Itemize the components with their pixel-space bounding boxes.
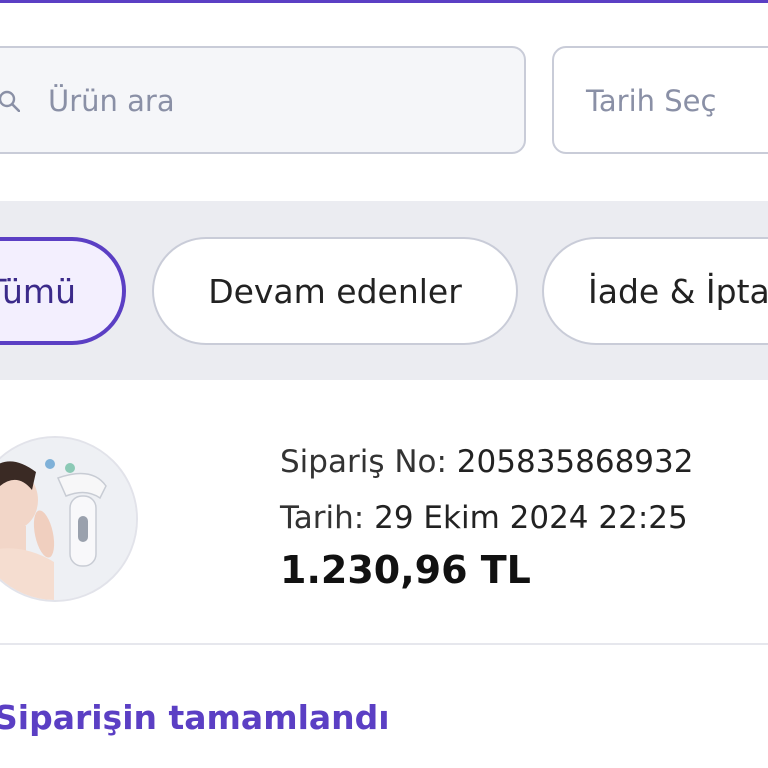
filter-chip-all[interactable]: Tümü <box>0 237 126 345</box>
order-number-label: Sipariş No: <box>280 444 447 480</box>
face-massager-product-image <box>0 438 136 600</box>
order-date-row: Tarih: 29 Ekim 2024 22:25 <box>280 500 688 536</box>
search-placeholder: Ürün ara <box>48 84 175 118</box>
date-picker-field[interactable]: Tarih Seç <box>552 46 768 154</box>
order-date-value: 29 Ekim 2024 22:25 <box>374 500 688 536</box>
filter-chip-returns[interactable]: İade & İptal <box>542 237 768 345</box>
filter-chip-ongoing[interactable]: Devam edenler <box>152 237 518 345</box>
filter-chip-bar: Tümü Devam edenler İade & İptal <box>0 201 768 380</box>
product-image[interactable] <box>0 436 138 602</box>
filter-chip-ongoing-label: Devam edenler <box>208 271 462 311</box>
order-total-price: 1.230,96 TL <box>280 548 531 592</box>
search-icon <box>0 90 20 112</box>
order-status[interactable]: Siparişin tamamlandı <box>0 698 390 737</box>
filter-chip-all-label: Tümü <box>0 271 76 311</box>
filter-chip-returns-label: İade & İptal <box>588 271 768 311</box>
order-number-value: 205835868932 <box>456 444 694 480</box>
search-input[interactable]: Ürün ara <box>0 46 526 154</box>
date-placeholder: Tarih Seç <box>586 84 717 118</box>
card-divider <box>0 643 768 645</box>
order-number-row: Sipariş No: 205835868932 <box>280 444 693 480</box>
header-accent-bar <box>0 0 768 3</box>
orders-screen: Ürün ara Tarih Seç Tümü Devam edenler İa… <box>0 0 768 768</box>
order-date-label: Tarih: <box>280 500 365 536</box>
